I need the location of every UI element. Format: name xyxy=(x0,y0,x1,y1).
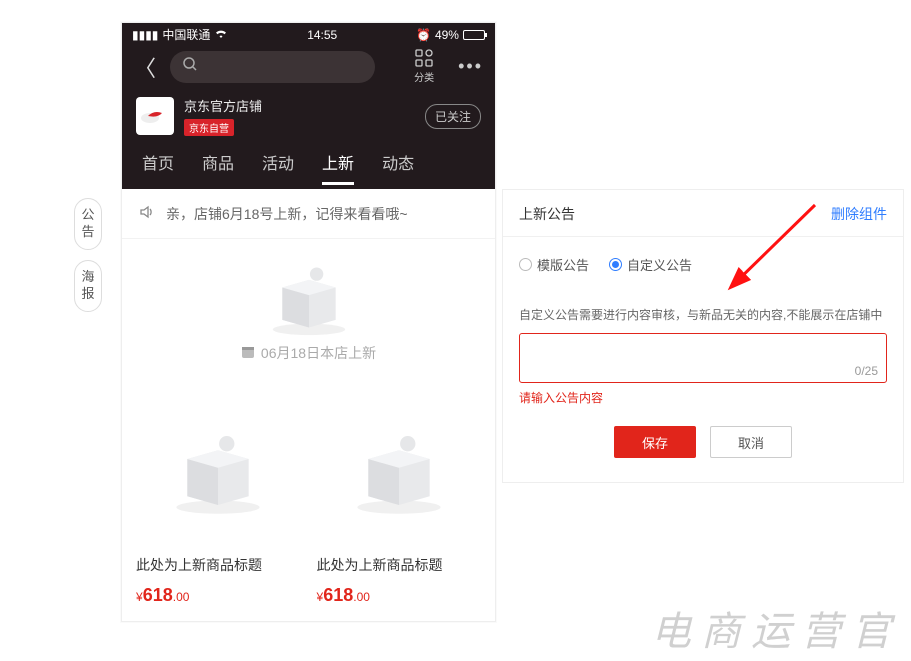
store-tag: 京东自营 xyxy=(184,119,234,136)
product-title: 此处为上新商品标题 xyxy=(134,555,303,575)
radio-icon xyxy=(519,258,532,271)
empty-box-icon xyxy=(261,257,357,337)
back-icon[interactable]: 〈 xyxy=(130,51,160,83)
notice-bar[interactable]: 亲，店铺6月18号上新，记得来看看哦~ xyxy=(122,189,495,239)
carrier-text: 中国联通 xyxy=(162,26,210,43)
store-logo xyxy=(136,97,174,135)
button-row: 保存 取消 xyxy=(503,406,903,482)
product-placeholder-icon xyxy=(134,395,303,545)
error-text: 请输入公告内容 xyxy=(503,383,903,406)
tab-new[interactable]: 上新 xyxy=(322,150,354,185)
notice-textarea-wrap: 0/25 xyxy=(519,333,887,383)
product-card[interactable]: 此处为上新商品标题 ¥618.00 xyxy=(315,395,484,606)
alarm-icon: ⏰ xyxy=(416,28,431,42)
side-pill-group: 公告 海报 xyxy=(74,198,102,312)
watermark-text: 电商运营官 xyxy=(651,599,901,657)
battery-pct: 49% xyxy=(435,28,459,42)
tab-home[interactable]: 首页 xyxy=(142,150,174,185)
phone-preview: ▮▮▮▮ 中国联通 14:55 ⏰ 49% 〈 xyxy=(121,22,496,622)
panel-title: 上新公告 xyxy=(519,204,575,224)
save-button[interactable]: 保存 xyxy=(614,426,696,458)
radio-icon xyxy=(609,258,622,271)
search-icon xyxy=(182,56,198,77)
radio-template-label: 模版公告 xyxy=(537,255,589,274)
phone-header: ▮▮▮▮ 中国联通 14:55 ⏰ 49% 〈 xyxy=(122,23,495,189)
char-counter: 0/25 xyxy=(855,364,878,378)
tab-goods[interactable]: 商品 xyxy=(202,150,234,185)
status-bar: ▮▮▮▮ 中国联通 14:55 ⏰ 49% xyxy=(122,23,495,43)
store-row: 京东官方店铺 京东自营 已关注 xyxy=(122,88,495,142)
config-panel: 上新公告 删除组件 模版公告 自定义公告 自定义公告需要进行内容审核，与新品无关… xyxy=(502,189,904,483)
product-placeholder-icon xyxy=(315,395,484,545)
delete-component-link[interactable]: 删除组件 xyxy=(831,204,887,224)
radio-custom-label: 自定义公告 xyxy=(627,255,692,274)
notice-textarea[interactable] xyxy=(520,334,886,382)
side-pill-poster[interactable]: 海报 xyxy=(74,260,102,312)
grid-icon xyxy=(415,49,433,67)
product-title: 此处为上新商品标题 xyxy=(315,555,484,575)
new-date-block: 06月18日本店上新 xyxy=(122,239,495,377)
calendar-icon xyxy=(241,345,255,362)
battery-icon xyxy=(463,30,485,40)
more-icon[interactable]: ••• xyxy=(458,56,483,77)
product-price: ¥618.00 xyxy=(315,585,484,606)
notice-text: 亲，店铺6月18号上新，记得来看看哦~ xyxy=(166,204,408,224)
notice-type-radios: 模版公告 自定义公告 xyxy=(503,237,903,282)
wifi-icon xyxy=(214,28,228,42)
search-input[interactable] xyxy=(170,51,375,83)
radio-template[interactable]: 模版公告 xyxy=(519,255,589,274)
product-grid: 此处为上新商品标题 ¥618.00 此处为上新商品标题 ¥618.00 xyxy=(122,377,495,606)
product-price: ¥618.00 xyxy=(134,585,303,606)
category-label: 分类 xyxy=(414,69,434,84)
tab-bar: 首页 商品 活动 上新 动态 xyxy=(122,142,495,185)
date-text: 06月18日本店上新 xyxy=(261,343,376,363)
side-pill-notice[interactable]: 公告 xyxy=(74,198,102,250)
radio-custom[interactable]: 自定义公告 xyxy=(609,255,692,274)
cancel-button[interactable]: 取消 xyxy=(710,426,792,458)
speaker-icon xyxy=(138,203,156,224)
store-name: 京东官方店铺 xyxy=(184,96,262,115)
tab-feed[interactable]: 动态 xyxy=(382,150,414,185)
product-card[interactable]: 此处为上新商品标题 ¥618.00 xyxy=(134,395,303,606)
helper-text: 自定义公告需要进行内容审核，与新品无关的内容,不能展示在店铺中 xyxy=(503,282,903,329)
tab-activity[interactable]: 活动 xyxy=(262,150,294,185)
signal-icon: ▮▮▮▮ xyxy=(132,28,158,42)
phone-nav: 〈 分类 ••• xyxy=(122,43,495,88)
status-time: 14:55 xyxy=(307,28,337,42)
category-button[interactable]: 分类 xyxy=(414,49,434,84)
follow-button[interactable]: 已关注 xyxy=(425,104,481,129)
